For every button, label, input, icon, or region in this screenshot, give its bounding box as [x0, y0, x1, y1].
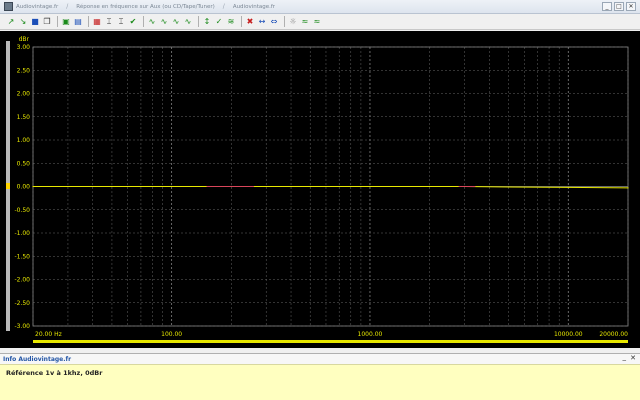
data-point	[567, 186, 569, 189]
scale-icon[interactable]: ⇔	[269, 17, 279, 27]
minimize-button[interactable]: _	[602, 2, 612, 11]
toolbar-separator	[241, 16, 242, 27]
y-tick-label: -0.50	[14, 207, 30, 214]
data-point	[369, 185, 371, 188]
info-panel-body: Référence 1v à 1khz, 0dBr	[0, 364, 640, 400]
window-controls: _ □ ✕	[602, 2, 636, 11]
curve-icon[interactable]: ↗	[6, 17, 16, 27]
toolbar-separator	[284, 16, 285, 27]
curve-icon[interactable]: ↘	[18, 17, 28, 27]
data-point	[32, 185, 34, 188]
window-tab-3[interactable]: Audiovintage.fr	[233, 4, 275, 10]
y-tick-label: -2.50	[14, 300, 30, 307]
y-tick-label: 3.00	[17, 44, 31, 51]
y-tick-label: -3.00	[14, 323, 30, 330]
y-tick-label: -1.00	[14, 230, 30, 237]
y-tick-label: 2.00	[17, 91, 31, 98]
toolbar-separator	[143, 16, 144, 27]
cursor-icon[interactable]: ⌶	[116, 17, 126, 27]
copy-icon[interactable]: ❐	[42, 17, 52, 27]
settings-icon[interactable]: ✖	[245, 17, 255, 27]
sine-icon[interactable]: ∿	[147, 17, 157, 27]
sine-icon[interactable]: ∿	[183, 17, 193, 27]
toolbar-separator	[88, 16, 89, 27]
chart-area[interactable]: 3.00 2.50 2.00 1.50 1.00 0.50 0.00 -0.50 -1.00 -1…	[0, 31, 640, 348]
zoom-icon[interactable]: ↕	[202, 17, 212, 27]
data-point	[171, 185, 173, 188]
toolbar-separator	[198, 16, 199, 27]
series-line	[33, 186, 629, 189]
eq-icon[interactable]: ≋	[226, 17, 236, 27]
close-icon[interactable]: ✕	[630, 354, 636, 362]
info-text: Référence 1v à 1khz, 0dBr	[6, 369, 103, 377]
marker-icon[interactable]: ✔	[128, 17, 138, 27]
eq-icon[interactable]: ✓	[214, 17, 224, 27]
plot-icon[interactable]: ▦	[92, 17, 102, 27]
close-button[interactable]: ✕	[626, 2, 636, 11]
settings-icon[interactable]: ≈	[312, 17, 322, 27]
y-tick-label: 1.00	[17, 137, 31, 144]
chart-icon[interactable]: ▤	[73, 17, 83, 27]
y-tick-label: -2.00	[14, 277, 30, 284]
x-tick-label: 20000.00	[599, 331, 628, 338]
y-tick-label: 0.50	[17, 160, 31, 167]
image-icon[interactable]: ▣	[61, 17, 71, 27]
settings-icon[interactable]: ☼	[288, 17, 298, 27]
x-tick-label: 10000.00	[554, 331, 583, 338]
y-tick-label: 0.00	[17, 184, 31, 191]
data-point	[507, 186, 510, 188]
data-point	[309, 185, 311, 188]
toolbar-separator	[57, 16, 58, 27]
save-icon[interactable]: ■	[30, 17, 40, 27]
y-tick-label: 2.50	[17, 67, 31, 74]
title-bar: Audiovintage.fr / Réponse en fréquence s…	[0, 0, 640, 14]
data-point	[429, 185, 431, 188]
sine-icon[interactable]: ∿	[171, 17, 181, 27]
data-point	[111, 185, 113, 188]
pin-button[interactable]: _	[623, 353, 627, 361]
tab-separator: /	[66, 3, 69, 10]
toolbar: ↗ ↘ ■ ❐ ▣ ▤ ▦ ⌶ ⌶ ✔ ∿ ∿ ∿ ∿ ↕ ✓ ≋ ✖ ↔ ⇔ …	[0, 14, 640, 30]
x-tick-label: 20.00 Hz	[35, 331, 62, 338]
x-tick-label: 100.00	[161, 331, 182, 338]
app-icon	[4, 2, 13, 11]
y-tick-label: 1.50	[17, 114, 31, 121]
frequency-response-chart: 3.00 2.50 2.00 1.50 1.00 0.50 0.00 -0.50 -1.00 -1…	[14, 36, 629, 343]
scale-icon[interactable]: ↔	[257, 17, 267, 27]
data-point	[627, 187, 629, 189]
maximize-button[interactable]: □	[614, 2, 624, 11]
info-panel-header: Info Audiovintage.fr _ ✕	[0, 353, 640, 364]
y-tick-label: -1.50	[14, 253, 30, 260]
x-tick-label: 1000.00	[358, 331, 383, 338]
tab-separator: /	[222, 3, 225, 10]
settings-icon[interactable]: ≈	[300, 17, 310, 27]
y-axis-label: dBr	[19, 36, 30, 43]
info-title: Info Audiovintage.fr	[3, 355, 72, 363]
x-axis-scroll-bar	[33, 340, 628, 343]
cursor-icon[interactable]: ⌶	[104, 17, 114, 27]
window-tab-1[interactable]: Audiovintage.fr	[16, 4, 58, 10]
window-tab-2[interactable]: Réponse en fréquence sur Aux (ou CD/Tape…	[76, 4, 215, 10]
sine-icon[interactable]: ∿	[159, 17, 169, 27]
